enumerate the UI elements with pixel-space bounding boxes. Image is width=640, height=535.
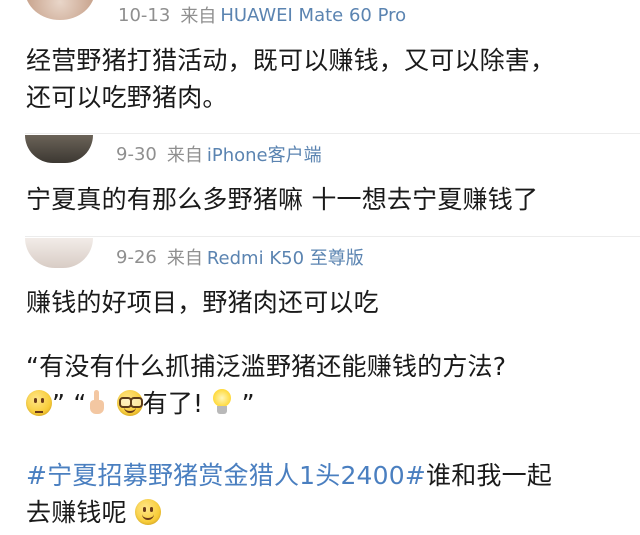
thinking-face-icon (26, 390, 52, 416)
divider (25, 236, 640, 237)
pointing-up-hand-icon (86, 390, 108, 416)
comment-line: “有没有什么抓捕泛滥野猪还能赚钱的方法? (26, 352, 507, 381)
comment-source-label: 来自 (166, 248, 203, 269)
nerd-face-icon (116, 390, 143, 416)
quote-mark: “ (73, 389, 87, 418)
comment-text: “有没有什么抓捕泛滥野猪还能赚钱的方法? ” “ 有了! ” (26, 348, 506, 422)
comment-source-label: 来自 (180, 6, 217, 27)
comment-time: 9-30 (116, 143, 157, 165)
smiling-face-icon (134, 499, 161, 525)
comment-text: 宁夏真的有那么多野猪嘛 十一想去宁夏赚钱了 (26, 181, 538, 218)
avatar[interactable] (25, 135, 93, 163)
avatar[interactable] (25, 238, 93, 268)
comment-time: 9-26 (116, 246, 157, 268)
comment-time: 10-13 (118, 4, 171, 26)
topic-link[interactable]: #宁夏招募野猪赏金猎人1头2400# (26, 461, 426, 490)
comment-device[interactable]: Redmi K50 至尊版 (207, 244, 364, 270)
comment-line: 还可以吃野猪肉。 (26, 83, 228, 112)
comment-source-label: 来自 (166, 145, 203, 166)
comment-phrase: 谁和我一起 (426, 461, 553, 490)
comment-text: #宁夏招募野猪赏金猎人1头2400#谁和我一起 去赚钱呢 (26, 457, 552, 531)
comment-line: 宁夏真的有那么多野猪嘛 十一想去宁夏赚钱了 (26, 185, 539, 214)
comment-device[interactable]: HUAWEI Mate 60 Pro (220, 5, 406, 26)
comment-text: 赚钱的好项目，野猪肉还可以吃 (26, 284, 379, 321)
light-bulb-icon (211, 389, 233, 417)
comment-line: 经营野猪打猎活动，既可以赚钱，又可以除害， (26, 46, 556, 75)
comment-line: 赚钱的好项目，野猪肉还可以吃 (26, 288, 379, 317)
comment-line: #宁夏招募野猪赏金猎人1头2400#谁和我一起 (26, 457, 552, 494)
divider (25, 133, 640, 134)
comment-text: 经营野猪打猎活动，既可以赚钱，又可以除害， 还可以吃野猪肉。 (26, 42, 555, 116)
comment-line: ” “ 有了! ” (26, 385, 506, 422)
comment-phrase: 去赚钱呢 (26, 498, 127, 527)
comment-phrase: 有了! (142, 389, 204, 418)
quote-mark: ” (52, 389, 66, 418)
comment-meta: 9-30 来自 iPhone客户端 (116, 141, 322, 167)
avatar[interactable] (25, 0, 95, 20)
quote-mark: ” (241, 389, 255, 418)
comment-device[interactable]: iPhone客户端 (207, 141, 322, 167)
comment-meta: 9-26 来自 Redmi K50 至尊版 (116, 244, 364, 270)
comment-line: 去赚钱呢 (26, 494, 552, 531)
comment-meta: 10-13 来自 HUAWEI Mate 60 Pro (118, 2, 406, 28)
